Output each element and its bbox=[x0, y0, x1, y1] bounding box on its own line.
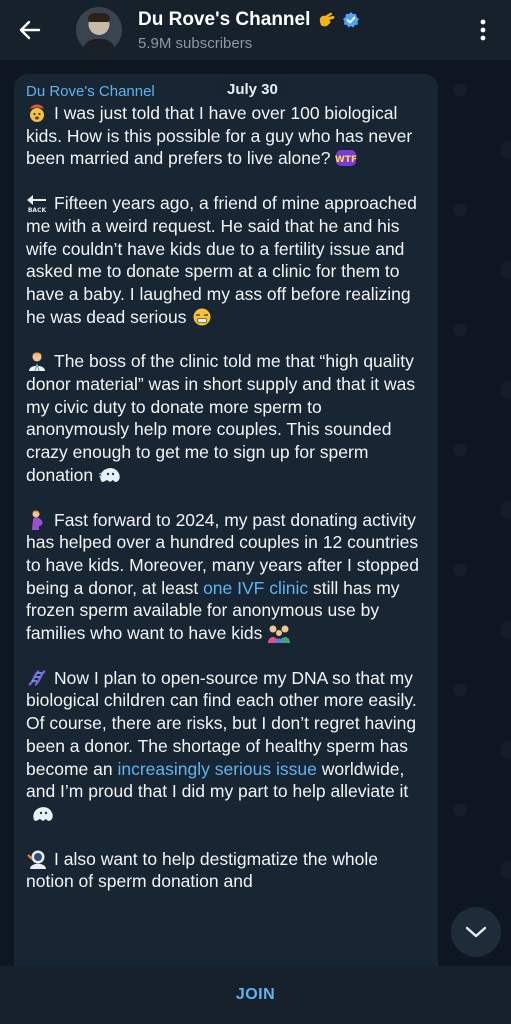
bottom-bar: JOIN bbox=[0, 966, 511, 1024]
channel-info[interactable]: Du Rove's Channel 5.9M subscribers bbox=[138, 9, 360, 52]
ghost-icon bbox=[30, 804, 53, 824]
more-menu-button[interactable] bbox=[469, 16, 497, 44]
pregnant-person-icon bbox=[26, 510, 48, 530]
channel-avatar[interactable] bbox=[76, 7, 122, 53]
chevron-down-icon bbox=[465, 926, 487, 938]
message-paragraph: I was just told that I have over 100 bio… bbox=[26, 102, 426, 170]
paragraph-text: The boss of the clinic told me that “hig… bbox=[26, 351, 416, 485]
ghost-icon bbox=[97, 465, 120, 485]
chat-messages[interactable]: Du Rove's Channel I was just told that I… bbox=[0, 60, 511, 966]
message-paragraph: Fast forward to 2024, my past donating a… bbox=[26, 509, 426, 645]
scroll-to-bottom-button[interactable] bbox=[451, 907, 501, 957]
grimace-face-icon bbox=[191, 307, 213, 327]
message-paragraph: The boss of the clinic told me that “hig… bbox=[26, 350, 426, 486]
join-button[interactable]: JOIN bbox=[236, 986, 275, 1004]
back-button[interactable] bbox=[0, 0, 60, 60]
waving-hand-icon bbox=[316, 10, 336, 30]
message-paragraph: BACK Fifteen years ago, a friend of mine… bbox=[26, 192, 426, 328]
message-bubble[interactable]: Du Rove's Channel I was just told that I… bbox=[14, 74, 438, 966]
paragraph-text: Fifteen years ago, a friend of mine appr… bbox=[26, 193, 417, 327]
family-icon bbox=[266, 623, 291, 644]
ivf-clinic-link[interactable]: one IVF clinic bbox=[203, 578, 308, 598]
dna-icon bbox=[26, 668, 48, 688]
serious-issue-link[interactable]: increasingly serious issue bbox=[117, 759, 316, 779]
exploding-head-icon bbox=[26, 103, 48, 123]
doctor-icon bbox=[26, 351, 48, 372]
back-arrow-icon bbox=[19, 20, 41, 40]
wtf-icon: WTF bbox=[334, 148, 357, 168]
channel-title: Du Rove's Channel bbox=[138, 8, 311, 30]
message-paragraph: Now I plan to open-source my DNA so that… bbox=[26, 667, 426, 826]
date-divider: July 30 bbox=[216, 76, 289, 102]
verified-badge-icon bbox=[342, 11, 360, 29]
kebab-menu-icon bbox=[480, 19, 486, 41]
message-paragraph: I also want to help destigmatize the who… bbox=[26, 848, 426, 893]
svg-text:BACK: BACK bbox=[28, 207, 47, 213]
subscriber-count: 5.9M subscribers bbox=[138, 34, 253, 52]
back-arrow-icon: BACK bbox=[26, 193, 48, 214]
astronaut-icon bbox=[26, 849, 48, 869]
chat-header: Du Rove's Channel 5.9M subscribers bbox=[0, 0, 511, 60]
paragraph-text: I also want to help destigmatize the who… bbox=[26, 848, 378, 892]
svg-text:WTF: WTF bbox=[335, 155, 357, 165]
